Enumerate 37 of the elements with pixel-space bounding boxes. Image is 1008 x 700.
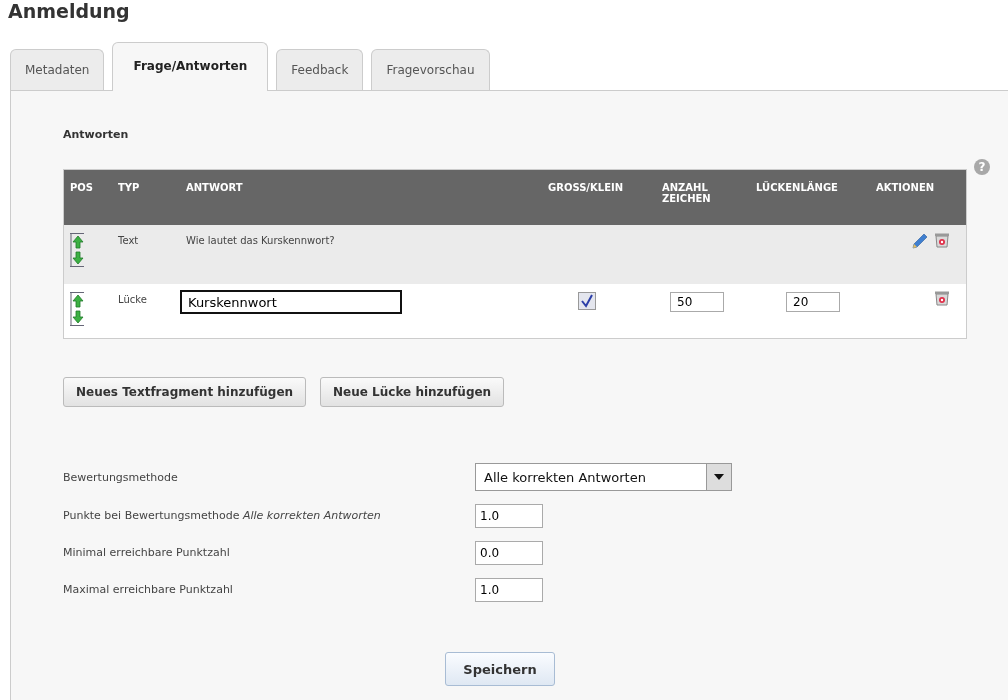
save-button[interactable]: Speichern <box>445 652 555 686</box>
section-title: Antworten <box>63 128 129 141</box>
tab[interactable]: Frage/Antworten <box>112 42 269 91</box>
type-label: Lücke <box>118 293 147 305</box>
char-count-field[interactable]: 50 <box>670 292 724 312</box>
tab[interactable]: Feedback <box>276 49 364 90</box>
trash-icon[interactable] <box>934 290 950 306</box>
gap-length-field[interactable]: 20 <box>786 292 840 312</box>
field-label: Minimal erreichbare Punktzahl <box>63 546 231 559</box>
number-field[interactable]: 1.0 <box>475 577 543 602</box>
answer-field[interactable]: Kurskennwort <box>180 290 402 314</box>
column-header: ANZAHL ZEICHEN <box>656 169 750 225</box>
column-header: ANTWORT <box>180 169 542 225</box>
page-title: Anmeldung <box>8 0 131 24</box>
column-header: POS <box>63 169 112 225</box>
trash-icon[interactable] <box>934 232 950 248</box>
add-button[interactable]: Neues Textfragment hinzufügen <box>63 377 307 407</box>
column-header: AKTIONEN <box>870 169 967 225</box>
type-label: Text <box>118 234 139 246</box>
column-header: LÜCKENLÄNGE <box>750 169 870 225</box>
answer-text: Wie lautet das Kurskennwort? <box>186 234 335 246</box>
checkbox[interactable] <box>578 292 596 310</box>
number-field[interactable]: 0.0 <box>475 540 543 565</box>
field-label: Bewertungsmethode <box>63 470 179 484</box>
column-header: TYP <box>112 169 180 225</box>
tab[interactable]: Metadaten <box>10 49 105 90</box>
number-field[interactable]: 1.0 <box>475 503 543 528</box>
column-header: GROSS/KLEIN <box>542 169 656 225</box>
tab[interactable]: Fragevorschau <box>371 49 490 90</box>
move-arrows-icon[interactable] <box>70 233 86 267</box>
select-field[interactable]: Alle korrekten Antworten <box>475 463 732 491</box>
move-arrows-icon[interactable] <box>70 292 86 326</box>
dropdown-arrow-icon <box>714 474 724 480</box>
add-button[interactable]: Neue Lücke hinzufügen <box>320 377 505 407</box>
pencil-icon[interactable] <box>910 231 928 249</box>
field-label: Punkte bei Bewertungsmethode Alle korrekten Antworten <box>63 509 382 522</box>
field-label: Maximal erreichbare Punktzahl <box>63 583 234 596</box>
